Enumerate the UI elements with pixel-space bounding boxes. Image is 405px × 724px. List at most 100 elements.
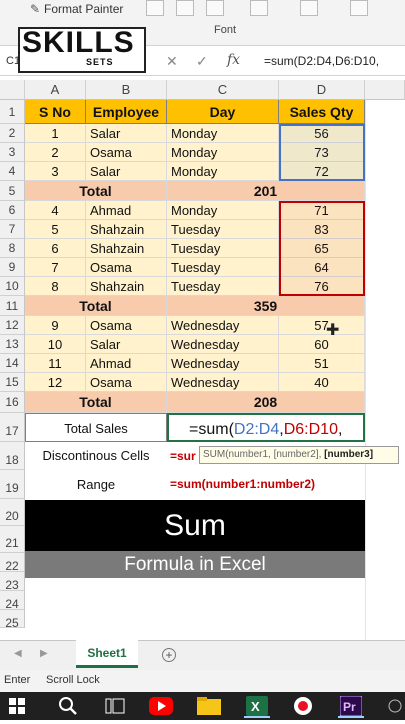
file-explorer-icon[interactable] bbox=[196, 694, 222, 718]
table-cell[interactable]: 9 bbox=[25, 316, 86, 335]
table-cell[interactable]: Osama bbox=[86, 316, 167, 335]
table-cell[interactable]: 12 bbox=[25, 373, 86, 392]
row-header-3[interactable]: 3 bbox=[0, 143, 25, 162]
font-color-button[interactable] bbox=[350, 0, 368, 16]
format-painter-button[interactable]: Format Painter bbox=[44, 2, 123, 16]
table-cell[interactable]: 8 bbox=[25, 277, 86, 296]
table-cell[interactable]: Osama bbox=[86, 143, 167, 162]
total-value[interactable]: 201 bbox=[167, 181, 365, 201]
row-header-7[interactable]: 7 bbox=[0, 220, 25, 239]
column-header-a[interactable]: A bbox=[25, 80, 86, 100]
cancel-icon[interactable]: ✕ bbox=[166, 53, 178, 70]
table-cell[interactable]: Shahzain bbox=[86, 277, 167, 296]
row-header-13[interactable]: 13 bbox=[0, 335, 25, 354]
row-header-6[interactable]: 6 bbox=[0, 201, 25, 220]
total-label[interactable]: Total bbox=[25, 181, 167, 201]
row-header-11[interactable]: 11 bbox=[0, 296, 25, 316]
row-header-21[interactable]: 21 bbox=[0, 526, 25, 553]
italic-button[interactable] bbox=[176, 0, 194, 16]
table-cell[interactable]: Ahmad bbox=[86, 201, 167, 220]
total-label[interactable]: Total bbox=[25, 296, 167, 316]
table-cell[interactable]: Tuesday bbox=[167, 239, 279, 258]
row-header-5[interactable]: 5 bbox=[0, 181, 25, 201]
formula-input[interactable]: =sum(D2:D4,D6:D10, bbox=[264, 54, 379, 68]
bold-button[interactable] bbox=[146, 0, 164, 16]
total-value[interactable]: 359 bbox=[167, 296, 365, 316]
table-cell[interactable]: Tuesday bbox=[167, 277, 279, 296]
table-cell[interactable]: Salar bbox=[86, 335, 167, 354]
column-header-d[interactable]: D bbox=[279, 80, 365, 100]
row-header-15[interactable]: 15 bbox=[0, 373, 25, 392]
table-cell[interactable]: Wednesday bbox=[167, 316, 279, 335]
column-header-b[interactable]: B bbox=[86, 80, 167, 100]
search-icon[interactable] bbox=[55, 694, 81, 718]
row-header-10[interactable]: 10 bbox=[0, 277, 25, 296]
table-cell[interactable]: Wednesday bbox=[167, 373, 279, 392]
table-cell[interactable]: 7 bbox=[25, 258, 86, 277]
header-cell[interactable]: Day bbox=[167, 100, 279, 124]
table-cell[interactable]: 10 bbox=[25, 335, 86, 354]
select-all-corner[interactable] bbox=[0, 80, 25, 100]
total-sales-label[interactable]: Total Sales bbox=[25, 413, 167, 442]
table-cell[interactable]: Monday bbox=[167, 162, 279, 181]
add-sheet-icon[interactable]: + bbox=[162, 648, 176, 662]
table-cell[interactable]: Ahmad bbox=[86, 354, 167, 373]
row-header-17[interactable]: 17 bbox=[0, 413, 25, 442]
table-cell[interactable]: 40 bbox=[279, 373, 365, 392]
underline-button[interactable] bbox=[206, 0, 224, 16]
borders-button[interactable] bbox=[250, 0, 268, 16]
windows-start-icon[interactable] bbox=[4, 694, 30, 718]
table-cell[interactable]: 2 bbox=[25, 143, 86, 162]
taskbar-overflow-icon[interactable] bbox=[382, 694, 405, 718]
table-cell[interactable]: Tuesday bbox=[167, 220, 279, 239]
task-view-icon[interactable] bbox=[102, 694, 128, 718]
youtube-icon[interactable] bbox=[148, 694, 174, 718]
record-icon[interactable] bbox=[290, 694, 316, 718]
table-cell[interactable]: Shahzain bbox=[86, 220, 167, 239]
tab-scroll-left-icon[interactable]: ◀ bbox=[14, 648, 22, 659]
header-cell[interactable]: Sales Qty bbox=[279, 100, 365, 124]
row-header-8[interactable]: 8 bbox=[0, 239, 25, 258]
table-cell[interactable]: 1 bbox=[25, 124, 86, 143]
row-header-9[interactable]: 9 bbox=[0, 258, 25, 277]
table-cell[interactable]: Wednesday bbox=[167, 354, 279, 373]
enter-icon[interactable]: ✓ bbox=[196, 53, 208, 70]
insert-function-icon[interactable]: fx bbox=[227, 52, 240, 68]
table-cell[interactable]: 4 bbox=[25, 201, 86, 220]
row-header-14[interactable]: 14 bbox=[0, 354, 25, 373]
table-cell[interactable]: Monday bbox=[167, 201, 279, 220]
table-cell[interactable]: 57 bbox=[279, 316, 365, 335]
table-cell[interactable]: 60 bbox=[279, 335, 365, 354]
total-sales-formula-cell[interactable]: =sum(D2:D4,D6:D10, bbox=[167, 413, 365, 442]
row-header-12[interactable]: 12 bbox=[0, 316, 25, 335]
row-header-22[interactable]: 22 bbox=[0, 553, 25, 573]
table-cell[interactable]: Osama bbox=[86, 373, 167, 392]
row-header-16[interactable]: 16 bbox=[0, 392, 25, 413]
premiere-icon[interactable]: Pr bbox=[338, 694, 364, 718]
column-header-c[interactable]: C bbox=[167, 80, 279, 100]
table-cell[interactable]: Salar bbox=[86, 162, 167, 181]
row-header-23[interactable]: 23 bbox=[0, 572, 25, 592]
table-cell[interactable]: Wednesday bbox=[167, 335, 279, 354]
table-cell[interactable]: Monday bbox=[167, 124, 279, 143]
total-value[interactable]: 208 bbox=[167, 392, 365, 413]
row-header-19[interactable]: 19 bbox=[0, 470, 25, 499]
excel-taskbar-icon[interactable]: X bbox=[244, 694, 270, 718]
row-header-4[interactable]: 4 bbox=[0, 162, 25, 181]
tab-scroll-right-icon[interactable]: ▶ bbox=[40, 648, 48, 659]
row-header-18[interactable]: 18 bbox=[0, 442, 25, 470]
row-header-24[interactable]: 24 bbox=[0, 591, 25, 611]
row-header-20[interactable]: 20 bbox=[0, 499, 25, 526]
fill-color-button[interactable] bbox=[300, 0, 318, 16]
table-cell[interactable]: Osama bbox=[86, 258, 167, 277]
table-cell[interactable]: Tuesday bbox=[167, 258, 279, 277]
header-cell[interactable]: Employee bbox=[86, 100, 167, 124]
format-painter-icon[interactable]: ✎ bbox=[30, 2, 40, 16]
table-cell[interactable]: 3 bbox=[25, 162, 86, 181]
table-cell[interactable]: 5 bbox=[25, 220, 86, 239]
total-label[interactable]: Total bbox=[25, 392, 167, 413]
row-header-2[interactable]: 2 bbox=[0, 124, 25, 143]
table-cell[interactable]: 51 bbox=[279, 354, 365, 373]
sheet-tab-sheet1[interactable]: Sheet1 bbox=[76, 640, 138, 668]
table-cell[interactable]: 6 bbox=[25, 239, 86, 258]
